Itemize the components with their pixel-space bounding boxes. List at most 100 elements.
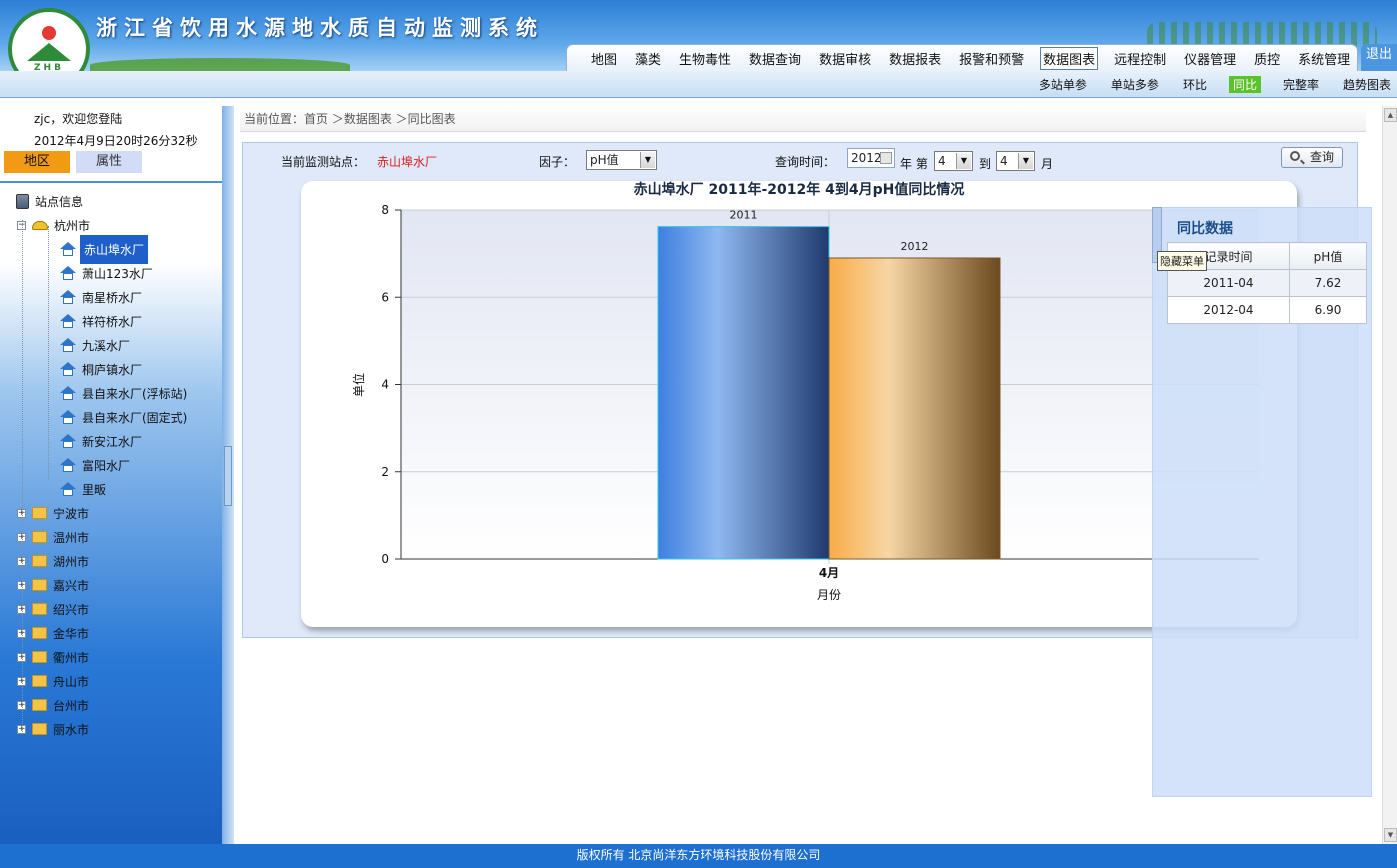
main-nav-item[interactable]: 仪器管理 xyxy=(1182,48,1238,69)
sidebar-divider xyxy=(0,181,222,183)
tree-station[interactable]: 里畈 xyxy=(60,478,108,500)
tree-city[interactable]: + 嘉兴市 xyxy=(17,574,91,596)
main-nav-item[interactable]: 数据审核 xyxy=(817,48,873,69)
main-nav-item[interactable]: 远程控制 xyxy=(1112,48,1168,69)
query-button-label: 查询 xyxy=(1310,150,1335,164)
folder-icon xyxy=(32,699,47,711)
sub-nav-item[interactable]: 同比 xyxy=(1228,76,1261,93)
logout-button[interactable]: 退出 xyxy=(1361,44,1397,71)
month-to-select[interactable]: 4 ▼ xyxy=(996,151,1035,171)
tree-city[interactable]: + 丽水市 xyxy=(17,718,91,740)
sub-nav-item[interactable]: 环比 xyxy=(1181,76,1209,93)
logo-mountain-icon xyxy=(27,42,71,61)
chart-container: 赤山埠水厂 2011年-2012年 4到4月pH值同比情况 0 2 4 6 8 4月 2011… xyxy=(301,181,1297,627)
tree-city[interactable]: + 舟山市 xyxy=(17,670,91,692)
main-nav-item[interactable]: 藻类 xyxy=(633,48,663,69)
main-nav-item[interactable]: 地图 xyxy=(589,48,619,69)
row-time: 2011-04 xyxy=(1167,269,1290,297)
tree-station[interactable]: 桐庐镇水厂 xyxy=(60,358,144,380)
station-house-icon xyxy=(60,337,76,353)
sub-nav-item[interactable]: 完整率 xyxy=(1281,76,1321,93)
tree-station[interactable]: 新安江水厂 xyxy=(60,430,144,452)
x-tick-label: 4月 xyxy=(819,566,839,580)
factor-select[interactable]: pH值 ▼ xyxy=(586,150,657,170)
station-house-icon xyxy=(60,313,76,329)
factor-label: 因子： xyxy=(539,155,576,169)
scroll-down-icon[interactable]: ▼ xyxy=(1384,828,1397,842)
tree-city[interactable]: + 台州市 xyxy=(17,694,91,716)
main-nav-item[interactable]: 报警和预警 xyxy=(957,48,1026,69)
tab-area[interactable]: 地区 xyxy=(4,151,70,173)
tree-node-label: 金华市 xyxy=(53,626,90,641)
month-from-select[interactable]: 4 ▼ xyxy=(934,151,973,171)
scroll-up-icon[interactable]: ▲ xyxy=(1384,108,1397,122)
main-nav-item[interactable]: 生物毒性 xyxy=(677,48,733,69)
tree-city[interactable]: + 金华市 xyxy=(17,622,91,644)
tree-root[interactable]: 站点信息 xyxy=(16,190,85,212)
factor-select-value: pH值 xyxy=(590,153,619,167)
main-nav-item[interactable]: 数据报表 xyxy=(887,48,943,69)
to-label: 到 xyxy=(979,157,992,171)
row-value: 7.62 xyxy=(1289,269,1367,297)
sidebar-splitter[interactable] xyxy=(222,106,234,844)
sub-nav-item[interactable]: 多站单参 xyxy=(1037,76,1089,93)
station-info-icon xyxy=(16,193,29,209)
tree-node-label: 温州市 xyxy=(53,530,90,545)
station-house-icon xyxy=(60,361,76,377)
station-value: 赤山埠水厂 xyxy=(377,155,438,169)
tree-city[interactable]: + 绍兴市 xyxy=(17,598,91,620)
bar-label: 2012 xyxy=(901,240,929,253)
sub-nav-item[interactable]: 趋势图表 xyxy=(1341,76,1393,93)
calendar-icon[interactable] xyxy=(880,152,892,164)
tree-node-label: 县自来水厂(浮标站) xyxy=(82,386,188,401)
tree-station[interactable]: 九溪水厂 xyxy=(60,334,132,356)
user-box: zjc，欢迎您登陆 2012年4月9日20时26分32秒 地区 属性 xyxy=(0,98,222,182)
query-button[interactable]: 查询 xyxy=(1281,147,1343,168)
tree-city[interactable]: + 湖州市 xyxy=(17,550,91,572)
year-input[interactable]: 2012 xyxy=(847,148,895,168)
tree-node-label: 宁波市 xyxy=(53,506,90,521)
sub-nav: 多站单参 单站多参 环比 同比 完整率 趋势图表 xyxy=(0,71,1397,98)
tree-node-label: 舟山市 xyxy=(53,674,90,689)
main-nav-item[interactable]: 数据查询 xyxy=(747,48,803,69)
tree-station[interactable]: 赤山埠水厂 xyxy=(60,234,149,264)
tree-city[interactable]: + 衢州市 xyxy=(17,646,91,668)
tree-node-label: 站点信息 xyxy=(35,194,84,209)
tree-node-label: 祥符桥水厂 xyxy=(82,314,143,329)
dropdown-arrow-icon: ▼ xyxy=(956,153,971,169)
row-value: 6.90 xyxy=(1289,296,1367,324)
tree-station[interactable]: 萧山123水厂 xyxy=(60,262,155,284)
year-suffix: 年 第 xyxy=(900,157,928,171)
folder-icon xyxy=(32,555,47,567)
table-row: 2012-04 6.90 xyxy=(1167,296,1367,324)
login-datetime: 2012年4月9日20时26分32秒 xyxy=(34,134,198,148)
bar-2012 xyxy=(828,257,1001,560)
tree-city[interactable]: + 宁波市 xyxy=(17,502,91,524)
folder-icon xyxy=(32,723,47,735)
collapse-handle[interactable] xyxy=(224,446,232,506)
month-from-value: 4 xyxy=(938,154,946,168)
folder-icon xyxy=(32,675,47,687)
welcome-text: zjc，欢迎您登陆 xyxy=(34,112,123,126)
main-nav-item[interactable]: 质控 xyxy=(1252,48,1282,69)
main-nav-item[interactable]: 系统管理 xyxy=(1296,48,1352,69)
tree-station[interactable]: 祥符桥水厂 xyxy=(60,310,144,332)
tree-station[interactable]: 县自来水厂(固定式) xyxy=(60,406,189,428)
tree-node-label: 桐庐镇水厂 xyxy=(82,362,143,377)
tree-connector xyxy=(48,226,49,480)
tree-station[interactable]: 南星桥水厂 xyxy=(60,286,144,308)
x-axis-label: 月份 xyxy=(817,588,841,602)
tree-node-label: 九溪水厂 xyxy=(82,338,131,353)
tree-node-label: 县自来水厂(固定式) xyxy=(82,410,188,425)
tree-station[interactable]: 县自来水厂(浮标站) xyxy=(60,382,189,404)
sub-nav-item[interactable]: 单站多参 xyxy=(1109,76,1161,93)
tree-city[interactable]: − 杭州市 xyxy=(17,214,92,236)
main-nav-item[interactable]: 数据图表 xyxy=(1040,46,1099,70)
tree-station[interactable]: 富阳水厂 xyxy=(60,454,132,476)
tree-node-label: 台州市 xyxy=(53,698,90,713)
city-folder-open-icon xyxy=(32,220,48,230)
tree-node-label: 里畈 xyxy=(82,482,107,497)
tab-attribute[interactable]: 属性 xyxy=(76,151,142,173)
vertical-scrollbar[interactable]: ▲ ▼ xyxy=(1382,106,1397,844)
tree-city[interactable]: + 温州市 xyxy=(17,526,91,548)
